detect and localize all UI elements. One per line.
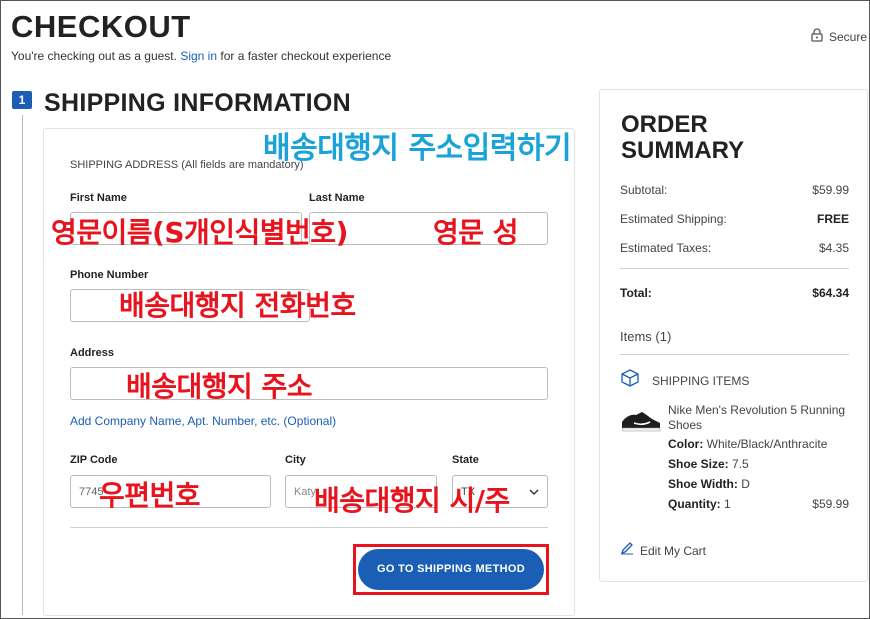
go-to-shipping-method-button[interactable]: GO TO SHIPPING METHOD: [358, 549, 544, 590]
taxes-value: $4.35: [818, 241, 849, 255]
shipping-cost-value: FREE: [816, 212, 849, 226]
total-value: $64.34: [812, 286, 849, 300]
summary-divider-items: [620, 354, 849, 355]
subtotal-value: $59.99: [812, 183, 849, 197]
annotation-last-name: 영문 성: [433, 216, 519, 249]
taxes-label: Estimated Taxes:: [620, 241, 712, 255]
last-name-label: Last Name: [309, 192, 365, 204]
annotation-first-name: 영문이름(S개인식별번호): [51, 216, 348, 249]
form-divider: [70, 527, 548, 528]
width-value: D: [741, 477, 750, 491]
summary-title-line1: ORDER: [621, 111, 708, 138]
box-icon: [620, 369, 640, 392]
shipping-items-label: SHIPPING ITEMS: [652, 373, 750, 388]
guest-suffix: for a faster checkout experience: [220, 49, 392, 63]
size-label: Shoe Size:: [668, 457, 729, 471]
color-value: White/Black/Anthracite: [706, 437, 828, 451]
shoe-image: [620, 408, 662, 439]
annotation-title: 배송대행지 주소입력하기: [263, 131, 572, 166]
secure-label: Secure: [828, 29, 867, 44]
shipping-cost-label: Estimated Shipping:: [620, 212, 727, 226]
item-size-row: Shoe Size: 7.5: [668, 457, 749, 471]
total-label: Total:: [620, 286, 652, 300]
summary-divider-top: [620, 268, 849, 269]
secure-indicator: Secure: [811, 28, 867, 45]
width-label: Shoe Width:: [668, 477, 738, 491]
shipping-heading: SHIPPING INFORMATION: [44, 89, 351, 117]
guest-notice: You're checking out as a guest. Sign in …: [11, 49, 391, 63]
items-count: Items (1): [620, 329, 672, 344]
sign-in-link[interactable]: Sign in: [180, 49, 217, 63]
subtotal-label: Subtotal:: [620, 183, 668, 197]
city-label: City: [285, 454, 306, 466]
color-label: Color:: [668, 437, 704, 451]
state-label: State: [452, 454, 479, 466]
address-label: Address: [70, 347, 115, 359]
annotation-city-state: 배송대행지 시/주: [314, 484, 510, 517]
annotation-phone: 배송대행지 전화번호: [119, 289, 356, 322]
step-number-badge: 1: [12, 91, 32, 109]
city-placeholder: Katy: [294, 485, 317, 498]
item-color-row: Color: White/Black/Anthracite: [668, 437, 827, 451]
size-value: 7.5: [732, 457, 749, 471]
annotation-address: 배송대행지 주소: [126, 370, 313, 403]
item-quantity-row: Quantity: 1: [668, 497, 731, 511]
annotation-zip: 우편번호: [99, 479, 201, 512]
item-width-row: Shoe Width: D: [668, 477, 750, 491]
edit-cart-link[interactable]: Edit My Cart: [620, 541, 706, 560]
quantity-label: Quantity:: [668, 497, 721, 511]
first-name-label: First Name: [70, 192, 127, 204]
item-name: Nike Men's Revolution 5 Running Shoes: [668, 403, 846, 432]
phone-label: Phone Number: [70, 269, 149, 281]
guest-prefix: You're checking out as a guest.: [11, 49, 177, 63]
add-company-link[interactable]: Add Company Name, Apt. Number, etc. (Opt…: [70, 414, 336, 428]
summary-title-line2: SUMMARY: [621, 137, 745, 164]
item-price: $59.99: [812, 497, 849, 511]
order-summary-title: ORDER SUMMARY: [621, 112, 744, 164]
edit-cart-label: Edit My Cart: [640, 543, 707, 558]
page-title: CHECKOUT: [11, 9, 191, 44]
shipping-items-header: SHIPPING ITEMS: [620, 369, 749, 392]
quantity-value: 1: [724, 497, 731, 511]
lock-icon: [811, 28, 823, 45]
chevron-down-icon: [529, 486, 539, 498]
zip-label: ZIP Code: [70, 454, 118, 466]
step-connector-line: [22, 115, 23, 615]
pencil-icon: [620, 541, 634, 560]
